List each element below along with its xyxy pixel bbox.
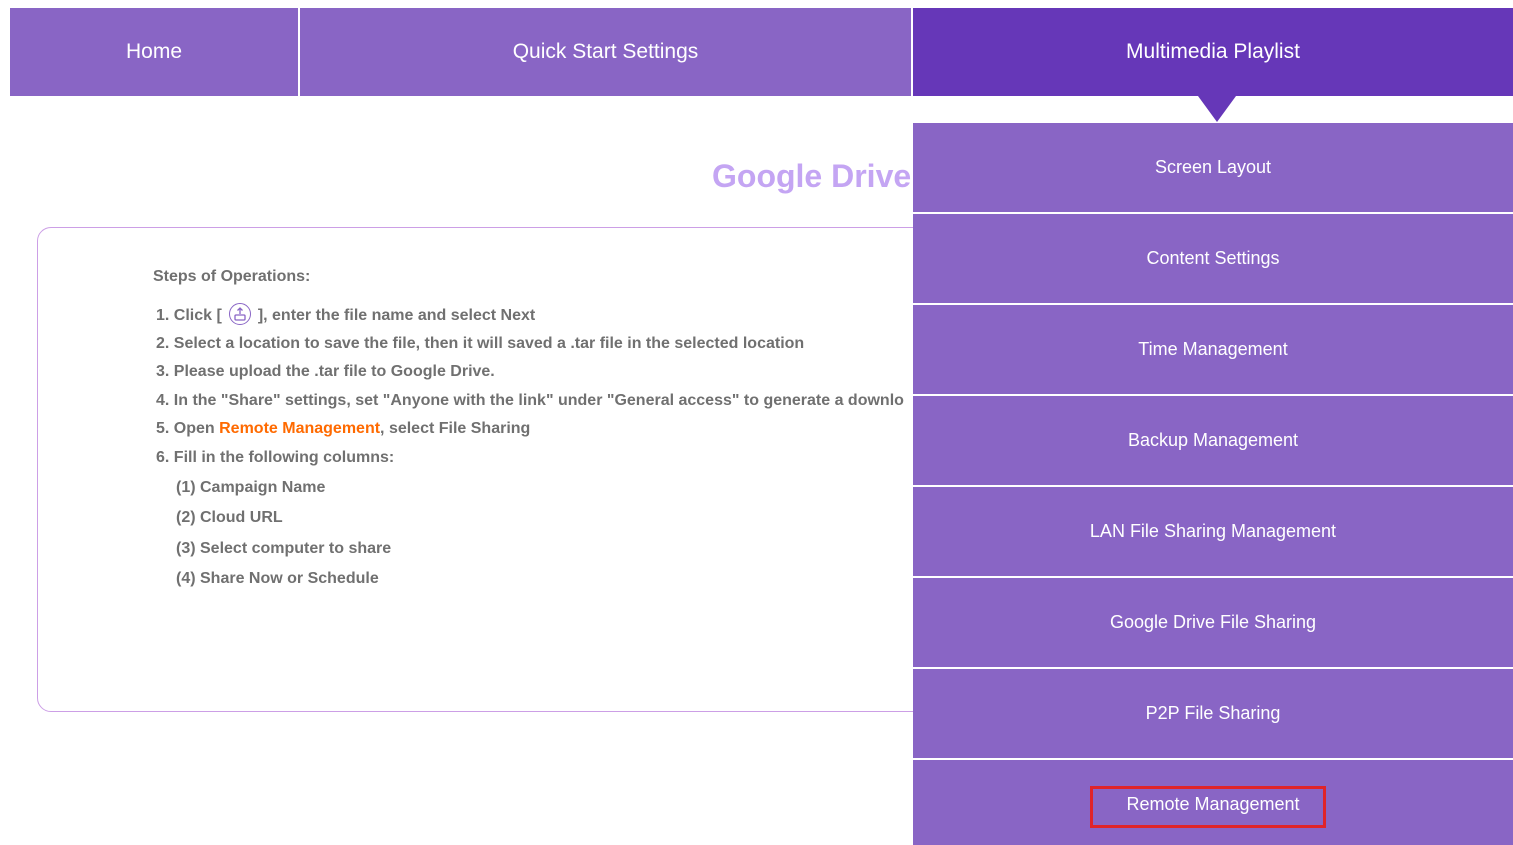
step-5-suffix: , select File Sharing (380, 420, 531, 437)
step-5: 5. Open Remote Management, select File S… (156, 419, 530, 439)
multimedia-playlist-dropdown: Screen Layout Content Settings Time Mana… (913, 123, 1513, 845)
menu-item-google-drive-file-sharing[interactable]: Google Drive File Sharing (913, 578, 1513, 667)
menu-item-backup-management[interactable]: Backup Management (913, 396, 1513, 485)
step-1-suffix: ], enter the file name and select Next (257, 307, 536, 325)
steps-heading: Steps of Operations: (153, 268, 311, 285)
step-6-item: (1) Campaign Name (176, 479, 326, 496)
menu-item-time-management[interactable]: Time Management (913, 305, 1513, 394)
step-4: 4. In the "Share" settings, set "Anyone … (156, 392, 904, 409)
page-title: Google Drive (712, 158, 912, 194)
menu-item-p2p-file-sharing[interactable]: P2P File Sharing (913, 669, 1513, 758)
tab-multimedia-playlist[interactable]: Multimedia Playlist (911, 8, 1513, 96)
remote-management-highlight-box (1090, 786, 1326, 828)
step-6-item: (4) Share Now or Schedule (176, 570, 379, 587)
step-1-prefix: 1. Click [ (156, 307, 222, 325)
tab-quick-start-settings[interactable]: Quick Start Settings (298, 8, 911, 96)
menu-item-screen-layout[interactable]: Screen Layout (913, 123, 1513, 212)
top-nav: Home Quick Start Settings Multimedia Pla… (10, 8, 1513, 96)
active-tab-caret (1198, 96, 1236, 122)
remote-management-link[interactable]: Remote Management (219, 420, 380, 437)
menu-item-lan-file-sharing-management[interactable]: LAN File Sharing Management (913, 487, 1513, 576)
steps-card (37, 227, 1037, 712)
step-2: 2. Select a location to save the file, t… (156, 335, 805, 352)
export-icon (228, 303, 251, 325)
step-6-item: (2) Cloud URL (176, 509, 283, 526)
menu-item-content-settings[interactable]: Content Settings (913, 214, 1513, 303)
step-6: 6. Fill in the following columns: (156, 449, 395, 466)
step-1: 1. Click [ ], enter the file name and sel… (156, 303, 536, 327)
tab-home[interactable]: Home (10, 8, 298, 96)
step-5-prefix: 5. Open (156, 420, 220, 437)
step-3: 3. Please upload the .tar file to Google… (156, 363, 495, 380)
step-6-item: (3) Select computer to share (176, 540, 392, 557)
